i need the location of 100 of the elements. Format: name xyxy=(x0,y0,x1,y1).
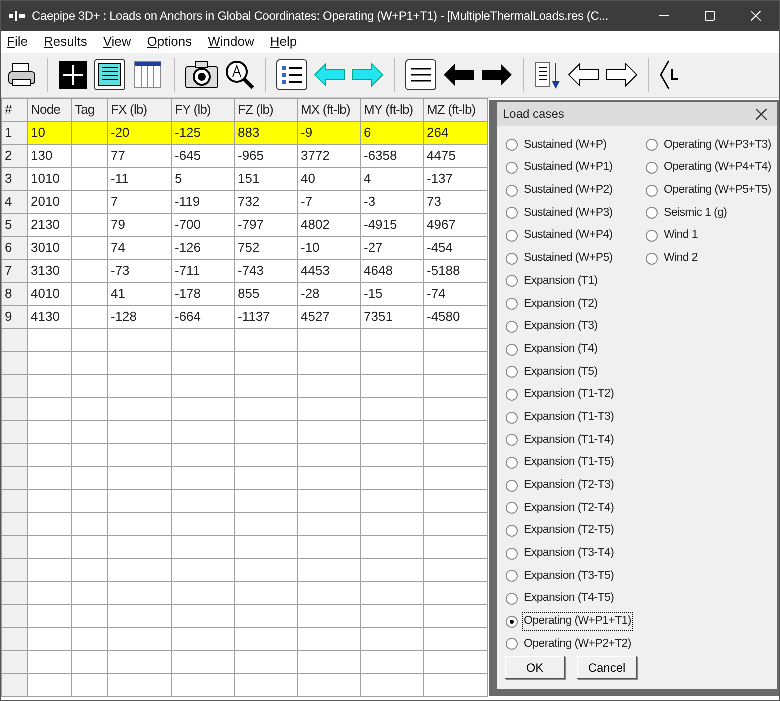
magnifier-icon[interactable] xyxy=(225,60,255,90)
radio-button[interactable] xyxy=(506,616,518,628)
radio-label[interactable]: Expansion (T1-T5) xyxy=(523,454,616,472)
radio-label[interactable]: Wind 2 xyxy=(663,250,699,268)
radio-label[interactable]: Expansion (T1-T3) xyxy=(523,408,616,426)
printer-icon[interactable] xyxy=(7,61,37,89)
radio-button[interactable] xyxy=(506,344,518,356)
radio-button[interactable] xyxy=(646,139,658,152)
radio-label[interactable]: Expansion (T1-T4) xyxy=(523,432,616,449)
radio-button[interactable] xyxy=(506,434,518,446)
menu-item[interactable]: File xyxy=(7,32,28,52)
radio-button[interactable] xyxy=(646,207,658,220)
menu-item[interactable]: Window xyxy=(208,32,254,52)
table-cell: 4967 xyxy=(424,214,488,236)
radio-label[interactable]: Sustained (W+P1) xyxy=(523,159,614,177)
menu-item[interactable]: Options xyxy=(147,32,192,52)
document-icon[interactable] xyxy=(94,59,126,91)
table-cell: 73 xyxy=(424,190,488,214)
right-arrow-icon[interactable] xyxy=(606,63,638,87)
radio-label[interactable]: Expansion (T1) xyxy=(523,272,599,290)
radio-label[interactable]: Expansion (T3) xyxy=(523,318,599,336)
menu-item[interactable]: Help xyxy=(270,32,298,52)
radio-button[interactable] xyxy=(506,456,518,469)
radio-label[interactable]: Expansion (T4) xyxy=(523,340,599,358)
radio-button[interactable] xyxy=(506,502,518,514)
table-cell: 5 xyxy=(172,168,234,190)
radio-button[interactable] xyxy=(506,548,518,560)
table-cell: 41 xyxy=(108,282,172,306)
radio-button[interactable] xyxy=(506,412,518,424)
radio-label[interactable]: Expansion (T2-T3) xyxy=(523,477,616,494)
table-cell: 151 xyxy=(234,168,298,190)
radio-label[interactable]: Operating (W+P5+T5) xyxy=(663,182,772,200)
radio-button[interactable] xyxy=(506,388,518,401)
table-cell: -27 xyxy=(360,236,424,260)
radio-button[interactable] xyxy=(506,139,518,152)
radio-label[interactable]: Expansion (T3-T4) xyxy=(523,545,616,562)
cancel-button[interactable]: Cancel xyxy=(577,656,637,679)
column-header: FZ (lb) xyxy=(234,98,298,122)
radio-button[interactable] xyxy=(506,298,518,310)
menu-item[interactable]: Results xyxy=(44,32,88,52)
radio-label[interactable]: Sustained (W+P5) xyxy=(523,250,614,268)
crosshair-icon[interactable] xyxy=(58,60,88,90)
window-title: Caepipe 3D+ : Loads on Anchors in Global Coordinates: Operating (W+P1+T1) - [MultipleThermalLoads.res (C... xyxy=(32,8,609,25)
table-cell: 7351 xyxy=(360,306,424,328)
radio-label[interactable]: Expansion (T3-T5) xyxy=(523,568,616,586)
radio-button[interactable] xyxy=(506,252,518,265)
radio-button[interactable] xyxy=(506,366,518,378)
radio-label[interactable]: Expansion (T2) xyxy=(523,296,599,313)
radio-label[interactable]: Expansion (T4-T5) xyxy=(523,590,616,608)
lines-icon[interactable] xyxy=(405,59,437,91)
columns-icon[interactable] xyxy=(132,59,164,91)
left-arrow-icon[interactable] xyxy=(443,63,475,87)
radio-button[interactable] xyxy=(646,162,658,174)
radio-button[interactable] xyxy=(506,480,518,492)
radio-button[interactable] xyxy=(646,230,658,242)
radio-label[interactable]: Expansion (T1-T2) xyxy=(523,386,616,404)
table-cell: 4648 xyxy=(360,260,424,282)
radio-button[interactable] xyxy=(506,230,518,242)
radio-label[interactable]: Expansion (T2-T4) xyxy=(523,500,616,517)
radio-button[interactable] xyxy=(506,525,518,538)
table-cell: 4802 xyxy=(298,214,360,236)
close-icon xyxy=(751,11,761,21)
table-cell: -15 xyxy=(360,282,424,306)
radio-button[interactable] xyxy=(506,570,518,582)
left-arrow-icon[interactable] xyxy=(568,63,600,87)
radio-label[interactable]: Sustained (W+P4) xyxy=(523,227,614,245)
radio-label[interactable]: Operating (W+P4+T4) xyxy=(663,159,772,177)
table-cell: 3772 xyxy=(298,144,360,168)
table-cell: -128 xyxy=(108,306,172,328)
radio-label[interactable]: Operating (W+P3+T3) xyxy=(663,136,772,154)
table-cell: -74 xyxy=(424,282,488,306)
radio-button[interactable] xyxy=(506,638,518,650)
table-cell: -28 xyxy=(298,282,360,306)
radio-label[interactable]: Expansion (T5) xyxy=(523,364,599,381)
radio-label[interactable]: Sustained (W+P) xyxy=(523,136,608,154)
radio-button[interactable] xyxy=(506,320,518,333)
radio-label[interactable]: Operating (W+P2+T2) xyxy=(523,636,632,654)
table-cell: 752 xyxy=(234,236,298,260)
ok-button[interactable]: OK xyxy=(505,656,565,679)
radio-label[interactable]: Seismic 1 (g) xyxy=(663,204,728,222)
radio-button[interactable] xyxy=(646,184,658,197)
radio-button[interactable] xyxy=(506,184,518,197)
radio-button[interactable] xyxy=(506,593,518,606)
maximize-icon xyxy=(705,11,715,21)
list-icon[interactable] xyxy=(276,59,308,91)
table-cell: -700 xyxy=(172,214,234,236)
table-cell: -5188 xyxy=(424,260,488,282)
radio-button[interactable] xyxy=(506,162,518,174)
right-arrow-icon[interactable] xyxy=(481,63,513,87)
radio-button[interactable] xyxy=(506,275,518,288)
radio-label[interactable]: Wind 1 xyxy=(663,227,699,245)
table-cell: 1010 xyxy=(28,168,72,190)
radio-button[interactable] xyxy=(506,207,518,220)
camera-icon[interactable] xyxy=(185,60,219,90)
radio-label[interactable]: Expansion (T2-T5) xyxy=(523,522,616,540)
menu-item[interactable]: View xyxy=(103,32,132,52)
radio-label[interactable]: Operating (W+P1+T1) xyxy=(523,613,632,630)
radio-button[interactable] xyxy=(646,252,658,265)
radio-label[interactable]: Sustained (W+P2) xyxy=(523,182,614,200)
radio-label[interactable]: Sustained (W+P3) xyxy=(523,204,614,222)
